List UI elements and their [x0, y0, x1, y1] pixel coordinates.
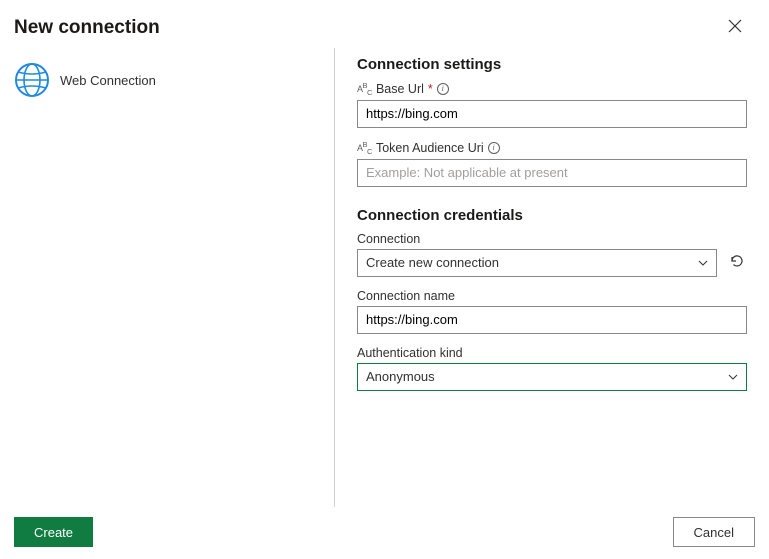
close-button[interactable]	[721, 14, 749, 42]
connection-type-item[interactable]: Web Connection	[14, 56, 320, 104]
close-icon	[728, 19, 742, 38]
auth-kind-select[interactable]: Anonymous	[357, 363, 747, 391]
base-url-input[interactable]	[357, 100, 747, 128]
connection-name-input[interactable]	[357, 306, 747, 334]
type-text-icon: ABC	[357, 81, 372, 97]
connection-type-label: Web Connection	[60, 73, 156, 88]
auth-kind-selected-value: Anonymous	[366, 369, 435, 384]
credentials-section-title: Connection credentials	[357, 207, 747, 224]
connection-select[interactable]: Create new connection	[357, 249, 717, 277]
connection-selected-value: Create new connection	[366, 255, 499, 270]
settings-section-title: Connection settings	[357, 56, 747, 73]
type-text-icon: ABC	[357, 140, 372, 156]
dialog-title: New connection	[14, 17, 160, 39]
globe-icon	[14, 62, 50, 98]
connection-label: Connection	[357, 232, 747, 246]
info-icon[interactable]: i	[488, 142, 500, 154]
chevron-down-icon	[728, 372, 738, 382]
info-icon[interactable]: i	[437, 83, 449, 95]
refresh-button[interactable]	[727, 253, 747, 273]
connection-name-label: Connection name	[357, 289, 747, 303]
create-button[interactable]: Create	[14, 517, 93, 547]
cancel-button[interactable]: Cancel	[673, 517, 755, 547]
base-url-label: ABC Base Url * i	[357, 81, 747, 97]
auth-kind-label: Authentication kind	[357, 346, 747, 360]
token-audience-input[interactable]	[357, 159, 747, 187]
required-asterisk: *	[428, 82, 433, 96]
chevron-down-icon	[698, 258, 708, 268]
token-audience-label: ABC Token Audience Uri i	[357, 140, 747, 156]
refresh-icon	[729, 253, 745, 272]
